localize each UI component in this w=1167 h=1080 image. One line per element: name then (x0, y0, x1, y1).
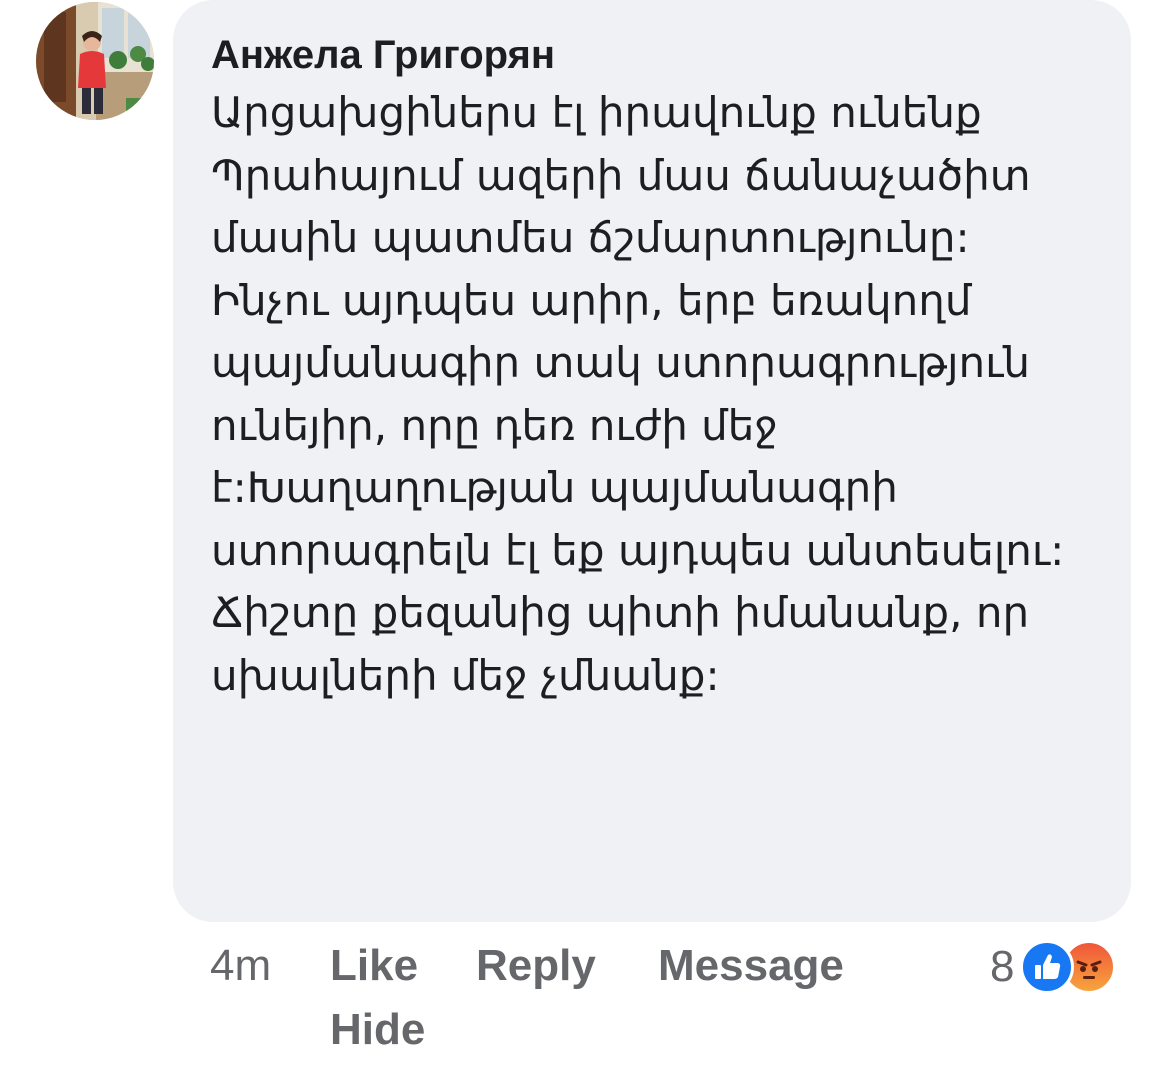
message-button[interactable]: Message (658, 935, 844, 997)
comment-author[interactable]: Анжела Григорян (211, 28, 1095, 82)
comment: Анжела Григорян Արցախցիներս էլ իրավունք … (0, 0, 1167, 1080)
like-button[interactable]: Like (330, 935, 418, 997)
comment-bubble: Анжела Григорян Արցախցիներս էլ իրավունք … (173, 0, 1131, 922)
hide-button[interactable]: Hide (330, 999, 425, 1061)
profile-photo-icon (36, 2, 154, 120)
comment-text: Արցախցիներս էլ իրավունք ունենք Պրահայում… (211, 88, 1065, 700)
reactions-summary[interactable]: 8 (990, 936, 1117, 998)
avatar[interactable] (36, 2, 154, 120)
like-icon (1020, 940, 1075, 994)
reaction-count: 8 (990, 942, 1015, 991)
reply-button[interactable]: Reply (476, 935, 596, 997)
comment-timestamp[interactable]: 4m (210, 935, 271, 997)
